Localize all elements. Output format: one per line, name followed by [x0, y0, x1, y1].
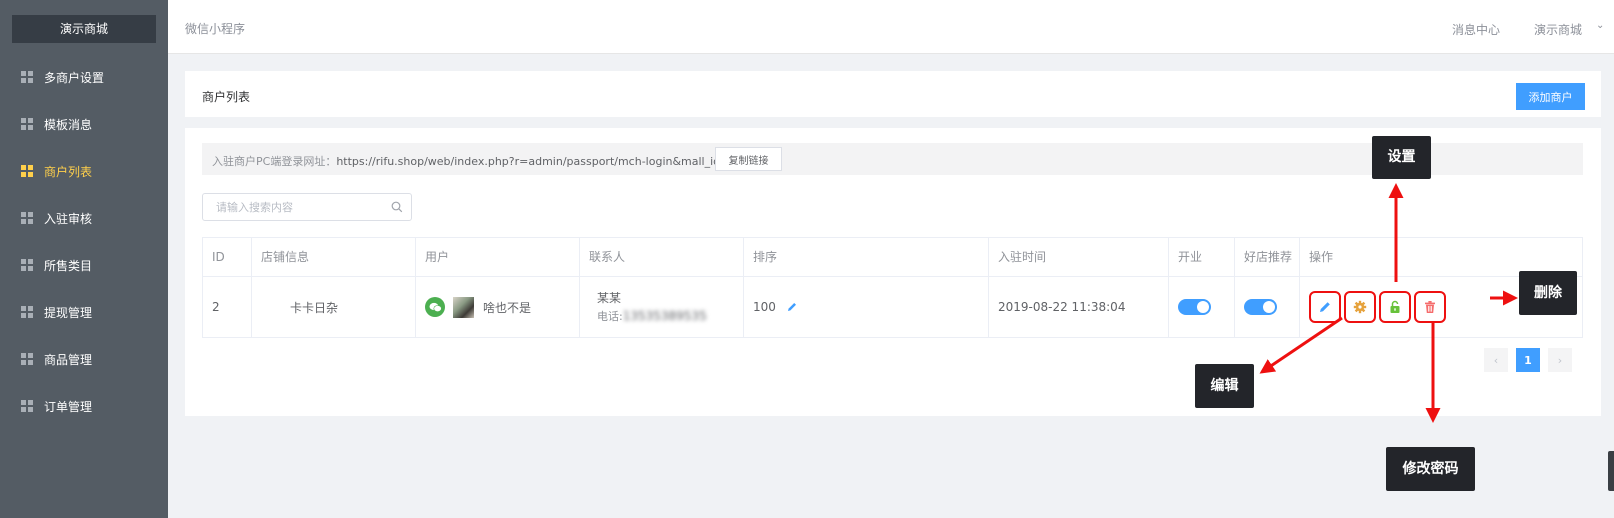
gear-icon	[1353, 300, 1367, 314]
edit-icon	[1320, 302, 1330, 312]
column-header-user: 用户	[416, 238, 580, 277]
cell-sort: 100	[744, 277, 989, 337]
contact-phone-label: 电话:	[597, 309, 623, 323]
search-icon[interactable]	[391, 201, 403, 213]
settings-button[interactable]	[1344, 291, 1376, 323]
grid-icon	[21, 400, 33, 412]
grid-icon	[21, 165, 33, 177]
column-header-id: ID	[203, 238, 252, 277]
merchant-table: ID 店铺信息 用户 联系人 排序 入驻时间 开业 好店推荐 操作 2 卡卡日杂…	[202, 237, 1583, 338]
page-title-card: 商户列表 添加商户	[185, 71, 1601, 117]
user-nickname: 啥也不是	[483, 300, 532, 315]
login-url-text: 入驻商户PC端登录网址：https://rifu.shop/web/index.…	[212, 153, 736, 169]
pencil-icon[interactable]	[786, 301, 798, 313]
sidebar-item-withdrawals[interactable]: 提现管理	[0, 289, 168, 335]
annotation-edit: 编辑	[1195, 364, 1254, 408]
sidebar-item-template-messages[interactable]: 模板消息	[0, 101, 168, 147]
grid-icon	[21, 71, 33, 83]
top-header: 微信小程序 消息中心 演示商城 ⌄	[168, 0, 1614, 54]
sidebar-item-label: 订单管理	[44, 399, 93, 414]
cell-id: 2	[203, 277, 252, 337]
contact-name: 某某	[597, 290, 622, 305]
sidebar-item-categories[interactable]: 所售类目	[0, 242, 168, 288]
cell-joined-at: 2019-08-22 11:38:04	[989, 277, 1169, 337]
column-header-open: 开业	[1169, 238, 1235, 277]
annotation-delete: 删除	[1519, 271, 1577, 315]
unlock-icon	[1390, 300, 1400, 313]
wechat-icon	[425, 297, 445, 317]
sidebar-item-merchant-settings[interactable]: 多商户设置	[0, 54, 168, 100]
trash-icon	[1425, 301, 1435, 313]
prev-page-button[interactable]: ‹	[1484, 348, 1508, 372]
annotation-change-password: 修改密码	[1386, 447, 1475, 491]
change-password-button[interactable]	[1379, 291, 1411, 323]
sidebar-item-label: 多商户设置	[44, 70, 105, 85]
sort-value: 100	[753, 300, 776, 314]
next-page-button[interactable]: ›	[1548, 348, 1572, 372]
sidebar-item-join-review[interactable]: 入驻审核	[0, 195, 168, 241]
sidebar-item-label: 提现管理	[44, 305, 93, 320]
search-box	[202, 193, 412, 221]
page-number-1[interactable]: 1	[1516, 348, 1540, 372]
cell-open	[1169, 277, 1235, 337]
chevron-down-icon[interactable]: ⌄	[1596, 20, 1604, 31]
brand-label[interactable]: 演示商城	[12, 15, 156, 43]
mall-dropdown[interactable]: 演示商城	[1534, 21, 1582, 38]
sidebar-item-label: 入驻审核	[44, 211, 93, 226]
page-title: 商户列表	[202, 90, 251, 104]
sidebar-item-products[interactable]: 商品管理	[0, 336, 168, 382]
search-input[interactable]	[203, 194, 383, 220]
sidebar-item-merchant-list[interactable]: 商户列表	[0, 148, 168, 194]
login-url: https://rifu.shop/web/index.php?r=admin/…	[336, 155, 737, 168]
grid-icon	[21, 306, 33, 318]
login-url-label: 入驻商户PC端登录网址：	[212, 155, 337, 168]
message-center-link[interactable]: 消息中心	[1452, 21, 1500, 38]
sidebar: 演示商城 多商户设置 模板消息 商户列表 入驻审核 所售类目 提现管理 商品管理…	[0, 0, 168, 518]
side-widget-tab[interactable]	[1608, 451, 1614, 491]
column-header-contact: 联系人	[580, 238, 744, 277]
grid-icon	[21, 212, 33, 224]
sidebar-item-label: 商户列表	[44, 164, 93, 179]
copy-link-button[interactable]: 复制链接	[715, 147, 782, 171]
add-merchant-button[interactable]: 添加商户	[1516, 83, 1585, 110]
annotation-settings: 设置	[1372, 136, 1431, 179]
grid-icon	[21, 353, 33, 365]
cell-recommended	[1235, 277, 1300, 337]
contact-phone: 13535389535	[622, 308, 707, 323]
recommend-toggle[interactable]	[1244, 299, 1277, 315]
cell-contact: 某某 电话:13535389535	[580, 277, 744, 337]
sidebar-item-label: 所售类目	[44, 258, 93, 273]
user-avatar	[453, 296, 474, 318]
grid-icon	[21, 118, 33, 130]
delete-button[interactable]	[1414, 291, 1446, 323]
header-title: 微信小程序	[185, 22, 246, 36]
sidebar-item-orders[interactable]: 订单管理	[0, 383, 168, 429]
cell-shop: 卡卡日杂	[252, 277, 416, 337]
edit-button[interactable]	[1309, 291, 1341, 323]
grid-icon	[21, 259, 33, 271]
sidebar-item-label: 模板消息	[44, 117, 93, 132]
cell-user: 啥也不是	[416, 277, 580, 337]
column-header-sort: 排序	[744, 238, 989, 277]
open-toggle[interactable]	[1178, 299, 1211, 315]
sidebar-item-label: 商品管理	[44, 352, 93, 367]
column-header-recommended: 好店推荐	[1235, 238, 1300, 277]
column-header-shop: 店铺信息	[252, 238, 416, 277]
column-header-joined-at: 入驻时间	[989, 238, 1169, 277]
